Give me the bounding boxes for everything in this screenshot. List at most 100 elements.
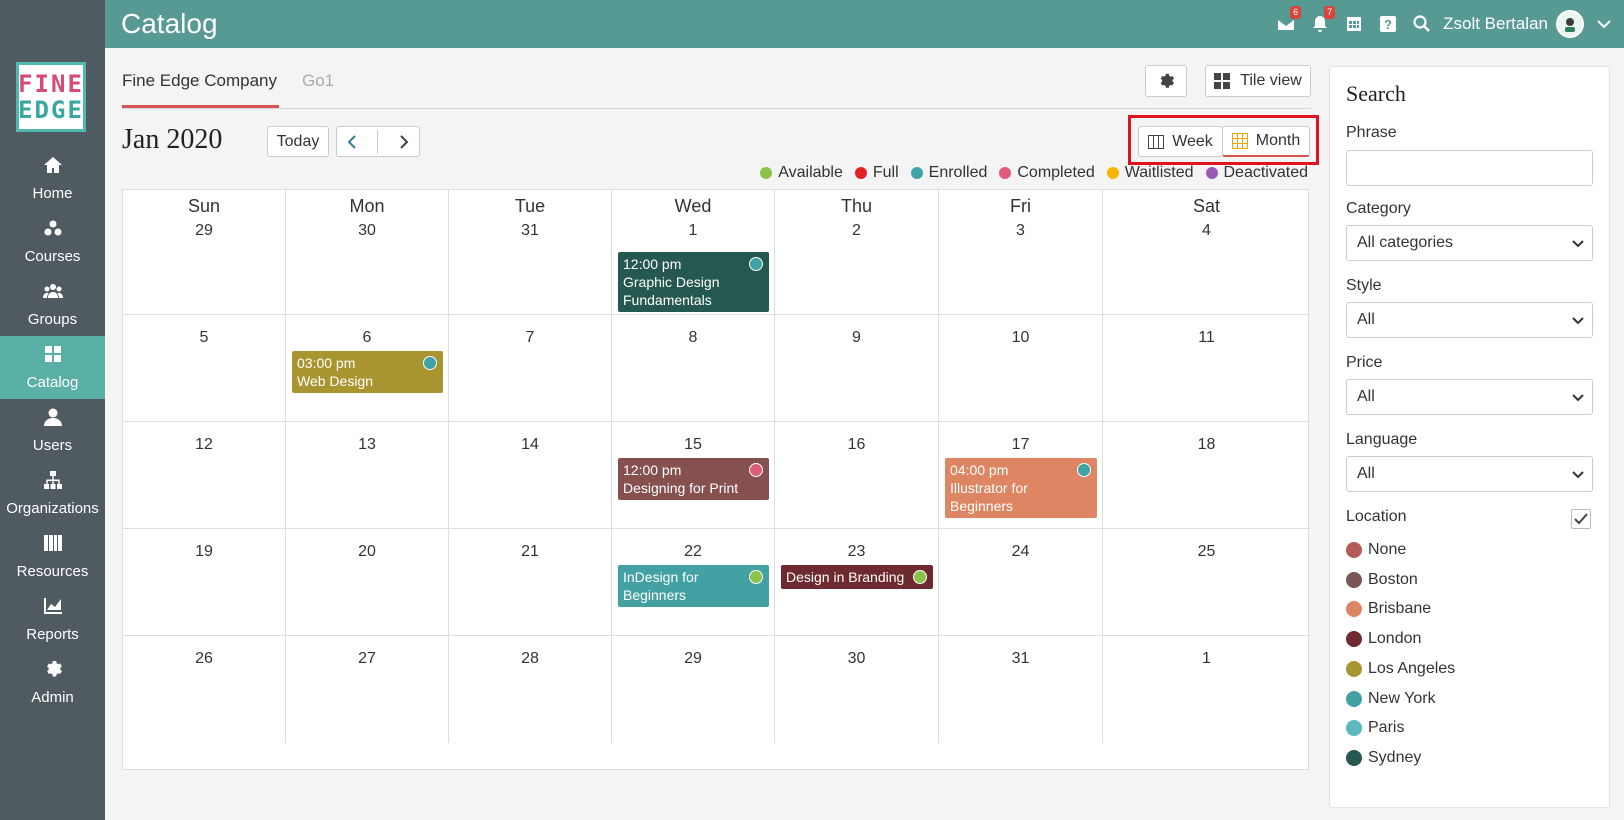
logo-line-1: FINE xyxy=(18,70,84,98)
day-cell[interactable]: 31 xyxy=(939,636,1103,743)
day-number: 5 xyxy=(199,329,209,346)
week-button[interactable]: Week xyxy=(1138,126,1223,157)
day-cell[interactable]: 26 xyxy=(123,636,286,743)
notifications-button[interactable]: 7 xyxy=(1303,0,1337,48)
sidebar-item-users[interactable]: Users xyxy=(0,399,105,462)
location-label: Brisbane xyxy=(1368,600,1432,618)
day-cell[interactable]: 5 xyxy=(123,315,286,422)
phrase-input[interactable] xyxy=(1346,150,1593,186)
location-item[interactable]: London xyxy=(1346,630,1421,648)
chevron-down-icon[interactable] xyxy=(1584,19,1624,29)
day-cell[interactable]: Fri 3 xyxy=(939,190,1103,315)
sidebar-item-groups[interactable]: Groups xyxy=(0,273,105,336)
calendar-event[interactable]: Design in Branding xyxy=(781,565,933,589)
day-cell[interactable]: 14 xyxy=(449,422,612,529)
day-number: 9 xyxy=(852,329,861,346)
sidebar-item-catalog[interactable]: Catalog xyxy=(0,336,105,399)
tab-go1[interactable]: Go1 xyxy=(302,71,334,108)
day-cell[interactable]: Sat 4 xyxy=(1103,190,1310,315)
sidebar-item-resources[interactable]: Resources xyxy=(0,525,105,588)
sidebar-item-label: Catalog xyxy=(26,374,79,391)
messages-button[interactable]: 6 xyxy=(1269,0,1303,48)
location-item[interactable]: Sydney xyxy=(1346,749,1421,767)
category-select[interactable]: All categories xyxy=(1346,225,1593,261)
next-button[interactable] xyxy=(399,134,409,149)
sidebar-item-admin[interactable]: Admin xyxy=(0,651,105,714)
calendar-event[interactable]: 03:00 pm Web Design xyxy=(292,351,443,393)
day-cell[interactable]: 8 xyxy=(612,315,775,422)
location-label: Location xyxy=(1346,508,1407,525)
event-title: Designing for Print xyxy=(623,480,739,496)
search-button[interactable] xyxy=(1405,0,1439,48)
sidebar-item-home[interactable]: Home xyxy=(0,147,105,210)
location-item[interactable]: None xyxy=(1346,541,1406,559)
avatar[interactable] xyxy=(1556,10,1584,38)
event-title: InDesign for Beginners xyxy=(623,569,699,603)
calendar-event[interactable]: InDesign for Beginners xyxy=(618,565,769,607)
location-item[interactable]: Paris xyxy=(1346,719,1404,737)
day-cell[interactable]: 21 xyxy=(449,529,612,636)
help-button[interactable]: ? xyxy=(1371,0,1405,48)
language-select[interactable]: All xyxy=(1346,456,1593,492)
location-item[interactable]: New York xyxy=(1346,690,1436,708)
location-color-icon xyxy=(1346,601,1362,618)
day-cell[interactable]: 28 xyxy=(449,636,612,743)
location-item[interactable]: Boston xyxy=(1346,571,1418,589)
tile-view-button[interactable]: Tile view xyxy=(1205,65,1311,97)
day-number: 19 xyxy=(195,543,213,560)
sidebar-item-courses[interactable]: Courses xyxy=(0,210,105,273)
day-cell[interactable]: 30 xyxy=(775,636,939,743)
calendar-event[interactable]: 12:00 pm Designing for Print xyxy=(618,458,769,500)
tab-fine-edge-company[interactable]: Fine Edge Company xyxy=(122,71,279,108)
location-item[interactable]: Los Angeles xyxy=(1346,660,1455,678)
user-name[interactable]: Zsolt Bertalan xyxy=(1443,14,1548,34)
category-label: Category xyxy=(1346,200,1411,217)
day-cell[interactable]: Mon 30 xyxy=(286,190,449,315)
sidebar-item-organizations[interactable]: Organizations xyxy=(0,462,105,525)
day-cell[interactable]: Sun 29 xyxy=(123,190,286,315)
month-button[interactable]: Month xyxy=(1222,126,1310,157)
day-cell[interactable]: 27 xyxy=(286,636,449,743)
calendar-event[interactable]: 04:00 pm Illustrator for Beginners xyxy=(945,458,1097,518)
day-cell[interactable]: 20 xyxy=(286,529,449,636)
sidebar-item-reports[interactable]: Reports xyxy=(0,588,105,651)
weekday-header: Tue xyxy=(514,196,546,216)
sidebar-item-label: Courses xyxy=(24,248,81,265)
prev-button[interactable] xyxy=(347,134,357,149)
day-cell[interactable]: Thu 2 xyxy=(775,190,939,315)
day-cell[interactable]: 29 xyxy=(612,636,775,743)
weekday-header: Sun xyxy=(187,196,221,216)
chevron-down-icon xyxy=(1572,317,1584,325)
day-cell[interactable]: 25 xyxy=(1103,529,1310,636)
day-cell[interactable]: 18 xyxy=(1103,422,1310,529)
price-select[interactable]: All xyxy=(1346,379,1593,415)
day-number: 6 xyxy=(362,329,372,346)
settings-button[interactable] xyxy=(1145,65,1187,97)
day-cell[interactable]: 16 xyxy=(775,422,939,529)
day-number: 29 xyxy=(195,222,213,239)
week-label: Week xyxy=(1172,132,1213,150)
day-cell[interactable]: 12 xyxy=(123,422,286,529)
today-button[interactable]: Today xyxy=(267,126,329,157)
style-label: Style xyxy=(1346,277,1382,294)
day-cell[interactable]: 19 xyxy=(123,529,286,636)
status-dot-icon xyxy=(423,356,437,370)
day-number: 31 xyxy=(1011,650,1030,667)
status-dot-icon xyxy=(999,167,1012,179)
calendar-button[interactable] xyxy=(1337,0,1371,48)
location-checkbox[interactable] xyxy=(1571,509,1591,529)
style-select[interactable]: All xyxy=(1346,302,1593,338)
day-cell[interactable]: Tue 31 xyxy=(449,190,612,315)
day-cell[interactable]: 11 xyxy=(1103,315,1310,422)
company-logo[interactable]: FINE EDGE xyxy=(16,62,86,132)
day-cell[interactable]: 13 xyxy=(286,422,449,529)
location-item[interactable]: Brisbane xyxy=(1346,600,1431,618)
day-cell[interactable]: 7 xyxy=(449,315,612,422)
day-cell[interactable]: 24 xyxy=(939,529,1103,636)
calendar-event[interactable]: 12:00 pm Graphic Design Fundamentals xyxy=(618,252,769,312)
day-cell[interactable]: 10 xyxy=(939,315,1103,422)
day-number: 21 xyxy=(521,543,539,560)
day-cell[interactable]: 1 xyxy=(1103,636,1310,743)
day-number: 27 xyxy=(358,650,376,667)
day-cell[interactable]: 9 xyxy=(775,315,939,422)
